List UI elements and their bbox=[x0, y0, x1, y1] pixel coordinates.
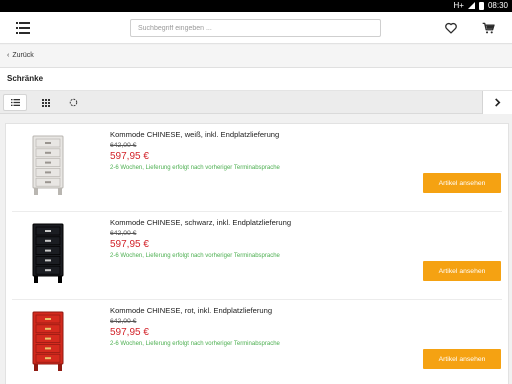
product-name[interactable]: Kommode CHINESE, rot, inkl. Endplatzlief… bbox=[110, 306, 272, 315]
delivery-info: 2-6 Wochen, Lieferung erfolgt nach vorhe… bbox=[110, 165, 280, 171]
back-chevron-icon: ‹ bbox=[7, 52, 10, 59]
grid-view-button[interactable] bbox=[34, 94, 58, 111]
product-image bbox=[32, 135, 64, 195]
product-name[interactable]: Kommode CHINESE, weiß, inkl. Endplatzlie… bbox=[110, 130, 279, 139]
delivery-info: 2-6 Wochen, Lieferung erfolgt nach vorhe… bbox=[110, 341, 280, 347]
list-view-button[interactable] bbox=[3, 94, 27, 111]
back-link[interactable]: ‹ Zurück bbox=[7, 52, 34, 59]
product-image bbox=[32, 311, 64, 371]
list-item: Kommode CHINESE, weiß, inkl. Endplatzlie… bbox=[6, 124, 508, 212]
status-right: H+ 08:30 bbox=[454, 1, 508, 10]
price: 597,95 € bbox=[110, 239, 149, 250]
delivery-info: 2-6 Wochen, Lieferung erfolgt nach vorhe… bbox=[110, 253, 280, 259]
page-title: Schränke bbox=[7, 74, 44, 83]
old-price: 642,00 € bbox=[110, 318, 137, 325]
view-article-button[interactable]: Artikel ansehen bbox=[423, 261, 501, 281]
signal-icon bbox=[467, 2, 475, 9]
breadcrumb-bar: ‹ Zurück bbox=[0, 45, 512, 68]
old-price: 642,00 € bbox=[110, 230, 137, 237]
app-header bbox=[0, 12, 512, 44]
grid-view-icon bbox=[42, 98, 50, 107]
view-article-button[interactable]: Artikel ansehen bbox=[423, 349, 501, 369]
status-bar: H+ 08:30 bbox=[0, 0, 512, 12]
next-chevron-icon bbox=[495, 98, 501, 107]
back-label: Zurück bbox=[12, 52, 34, 59]
list-view-icon bbox=[10, 99, 20, 106]
clock: 08:30 bbox=[487, 1, 508, 10]
product-list: Kommode CHINESE, weiß, inkl. Endplatzlie… bbox=[5, 123, 509, 384]
view-article-button[interactable]: Artikel ansehen bbox=[423, 173, 501, 193]
old-price: 642,00 € bbox=[110, 142, 137, 149]
product-name[interactable]: Kommode CHINESE, schwarz, inkl. Endplatz… bbox=[110, 218, 291, 227]
battery-icon bbox=[478, 1, 484, 10]
cart-icon[interactable] bbox=[481, 21, 496, 35]
list-item: Kommode CHINESE, schwarz, inkl. Endplatz… bbox=[6, 212, 508, 300]
price: 597,95 € bbox=[110, 151, 149, 162]
refresh-button[interactable] bbox=[61, 94, 85, 111]
menu-icon[interactable] bbox=[16, 22, 30, 34]
list-item: Kommode CHINESE, rot, inkl. Endplatzlief… bbox=[6, 300, 508, 384]
price: 597,95 € bbox=[110, 327, 149, 338]
heart-icon[interactable] bbox=[444, 21, 458, 35]
network-type: H+ bbox=[453, 1, 464, 10]
refresh-icon bbox=[69, 98, 77, 107]
search-input[interactable] bbox=[130, 19, 381, 37]
product-image bbox=[32, 223, 64, 283]
next-button[interactable] bbox=[482, 91, 512, 114]
view-toolbar bbox=[0, 91, 512, 114]
category-header: Schränke bbox=[0, 68, 512, 91]
